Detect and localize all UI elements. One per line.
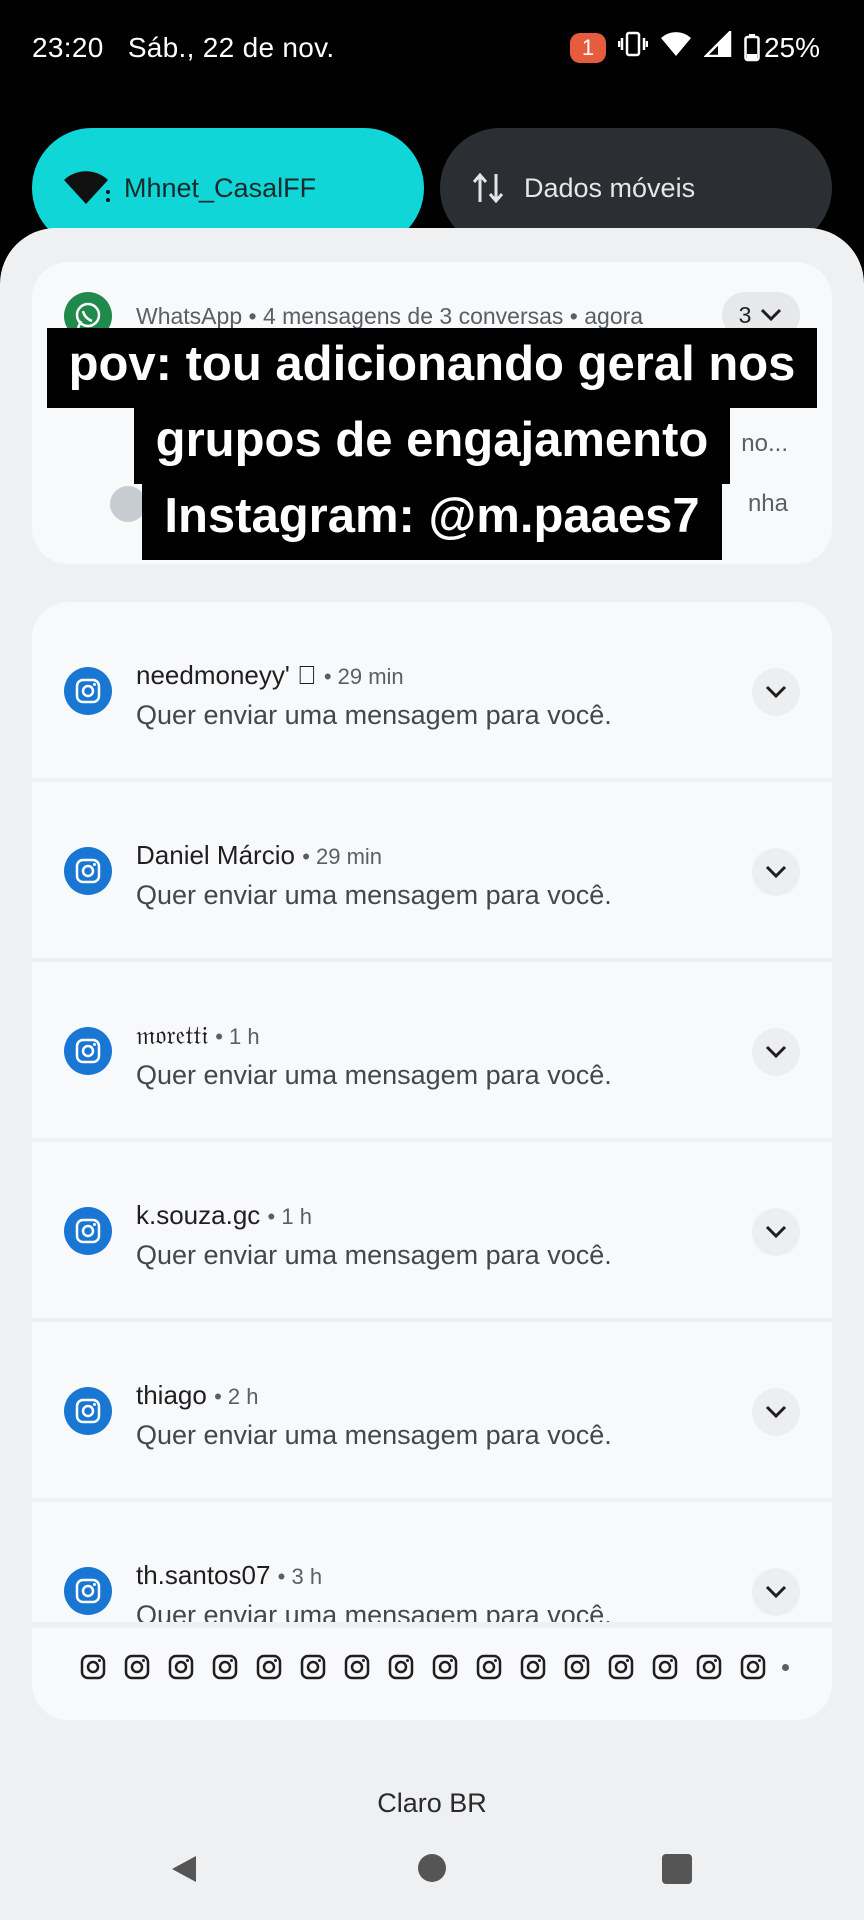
notification-title: needmoneyy' ⃞ • 29 min — [136, 660, 404, 691]
wifi-tile-label: Mhnet_CasalFF — [124, 172, 317, 203]
expand-button[interactable] — [752, 848, 800, 896]
battery-indicator: 25% — [744, 32, 820, 64]
notification-time: • 1 h — [267, 1204, 312, 1229]
instagram-icon — [342, 1652, 372, 1682]
instagram-icon — [298, 1652, 328, 1682]
notification-title: k.souza.gc • 1 h — [136, 1200, 312, 1231]
wifi-icon — [62, 170, 110, 206]
battery-percent: 25% — [763, 31, 820, 63]
sender-name: thiago — [136, 1380, 207, 1410]
instagram-icon — [122, 1652, 152, 1682]
chevron-down-icon — [764, 684, 788, 700]
vibrate-icon — [617, 30, 649, 65]
instagram-icon — [562, 1652, 592, 1682]
instagram-icon — [78, 1652, 108, 1682]
status-icons: 1 25% — [569, 28, 820, 65]
notification-time: • 2 h — [214, 1384, 259, 1409]
sender-name: 𝔪𝔬𝔯𝔢𝔱𝔱𝔦 — [136, 1020, 208, 1050]
instagram-icon — [606, 1652, 636, 1682]
expand-button[interactable] — [752, 1208, 800, 1256]
instagram-notification[interactable]: k.souza.gc • 1 h Quer enviar uma mensagem… — [32, 1142, 832, 1318]
chevron-down-icon — [764, 1404, 788, 1420]
whatsapp-header-text: WhatsApp • 4 mensagens de 3 conversas • … — [136, 302, 644, 329]
instagram-icon — [650, 1652, 680, 1682]
notification-text: Quer enviar uma mensagem para você. — [136, 1600, 612, 1622]
notification-title: th.santos07 • 3 h — [136, 1560, 322, 1591]
sender-name: th.santos07 — [136, 1560, 271, 1590]
chevron-down-icon — [759, 302, 783, 329]
instagram-icon — [64, 1207, 112, 1255]
caption-overlay: pov: tou adicionando geral nos grupos de… — [0, 328, 864, 560]
data-arrows-icon — [470, 170, 510, 206]
chevron-down-icon — [764, 1044, 788, 1060]
instagram-icon — [694, 1652, 724, 1682]
collapsed-notifications-row[interactable] — [32, 1628, 832, 1720]
caption-line-1: pov: tou adicionando geral nos — [46, 328, 818, 408]
instagram-notification[interactable]: th.santos07 • 3 h Quer enviar uma mensage… — [32, 1502, 832, 1622]
chevron-down-icon — [764, 864, 788, 880]
notification-count-badge: 1 — [569, 32, 606, 63]
status-date: Sáb., 22 de nov. — [127, 32, 335, 63]
notification-text: Quer enviar uma mensagem para você. — [136, 880, 612, 910]
notification-title: 𝔪𝔬𝔯𝔢𝔱𝔱𝔦 • 1 h — [136, 1020, 260, 1052]
instagram-icon — [430, 1652, 460, 1682]
instagram-icon — [64, 1387, 112, 1435]
instagram-icon — [254, 1652, 284, 1682]
sender-name: Daniel Márcio — [136, 840, 295, 870]
instagram-icon — [64, 667, 112, 715]
clock-date: 23:20 Sáb., 22 de nov. — [32, 32, 334, 64]
expand-button[interactable] — [752, 1028, 800, 1076]
cell-signal-icon — [702, 28, 732, 64]
status-bar: 23:20 Sáb., 22 de nov. 1 25% — [0, 0, 864, 100]
instagram-icon — [64, 1027, 112, 1075]
instagram-notification[interactable]: thiago • 2 h Quer enviar uma mensagem par… — [32, 1322, 832, 1498]
mobile-data-tile-label: Dados móveis — [524, 172, 696, 203]
instagram-notification-list: needmoneyy' ⃞ • 29 min Quer enviar uma me… — [32, 602, 832, 1622]
notification-title: thiago • 2 h — [136, 1380, 258, 1411]
chevron-down-icon — [764, 1224, 788, 1240]
instagram-notification[interactable]: 𝔪𝔬𝔯𝔢𝔱𝔱𝔦 • 1 h Quer enviar uma mensagem pa… — [32, 962, 832, 1138]
back-icon — [172, 1856, 196, 1882]
instagram-icon — [166, 1652, 196, 1682]
expand-button[interactable] — [752, 1388, 800, 1436]
caption-line-3: Instagram: @m.paaes7 — [142, 480, 722, 560]
notification-text: Quer enviar uma mensagem para você. — [136, 1420, 612, 1450]
wifi-signal-icon — [660, 31, 692, 64]
notification-time: • 29 min — [302, 844, 383, 869]
instagram-notification[interactable]: Daniel Márcio • 29 min Quer enviar uma me… — [32, 782, 832, 958]
notification-time: • 29 min — [323, 664, 404, 689]
sender-name: k.souza.gc — [136, 1200, 261, 1230]
expand-button[interactable] — [752, 1568, 800, 1616]
carrier-label: Claro BR — [377, 1788, 487, 1818]
chevron-down-icon — [764, 1584, 788, 1600]
instagram-icon — [210, 1652, 240, 1682]
instagram-icon — [474, 1652, 504, 1682]
navigation-bar — [0, 1844, 864, 1900]
instagram-icon — [386, 1652, 416, 1682]
instagram-icon — [518, 1652, 548, 1682]
instagram-notification[interactable]: needmoneyy' ⃞ • 29 min Quer enviar uma me… — [32, 602, 832, 778]
more-dot-icon — [782, 1663, 789, 1671]
sender-name: needmoneyy' ⃞ — [136, 660, 317, 690]
back-button[interactable] — [168, 1854, 198, 1889]
notification-title: Daniel Márcio • 29 min — [136, 840, 382, 871]
notification-text: Quer enviar uma mensagem para você. — [136, 1060, 612, 1090]
status-time: 23:20 — [32, 32, 104, 63]
group-count: 3 — [738, 301, 752, 328]
recents-button[interactable] — [662, 1854, 692, 1884]
instagram-icon — [64, 1567, 112, 1615]
notification-time: • 1 h — [215, 1024, 260, 1049]
battery-icon — [744, 33, 760, 61]
expand-button[interactable] — [752, 668, 800, 716]
collapsed-app-icons — [78, 1652, 789, 1682]
notification-text: Quer enviar uma mensagem para você. — [136, 700, 612, 730]
instagram-icon — [64, 847, 112, 895]
caption-line-2: grupos de engajamento — [133, 404, 731, 484]
instagram-icon — [738, 1652, 768, 1682]
notification-time: • 3 h — [277, 1564, 323, 1589]
notification-text: Quer enviar uma mensagem para você. — [136, 1240, 612, 1270]
home-button[interactable] — [418, 1854, 446, 1882]
